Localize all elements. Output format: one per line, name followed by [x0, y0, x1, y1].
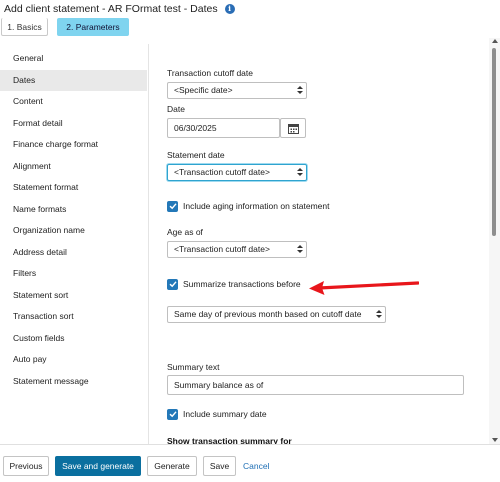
summarize-option-select[interactable]: Same day of previous month based on cuto…	[167, 306, 386, 323]
scroll-down-icon[interactable]	[492, 438, 498, 442]
include-summary-date-label: Include summary date	[183, 409, 267, 419]
step-parameters[interactable]: 2. Parameters	[57, 18, 129, 36]
nav-item-statement-format[interactable]: Statement format	[0, 177, 147, 199]
dialog-title: Add client statement - AR FOrmat test - …	[4, 3, 218, 15]
include-aging-row[interactable]: Include aging information on statement	[167, 200, 329, 212]
include-summary-date-row[interactable]: Include summary date	[167, 408, 267, 420]
nav-item-format-detail[interactable]: Format detail	[0, 113, 147, 135]
summarize-option-value: Same day of previous month based on cuto…	[174, 309, 362, 319]
select-caret-icon	[297, 244, 303, 255]
checkmark-icon	[169, 411, 177, 418]
summary-text-label: Summary text	[167, 362, 220, 372]
show-summary-heading: Show transaction summary for	[167, 436, 292, 444]
parameters-nav: General Dates Content Format detail Fina…	[0, 48, 147, 392]
checkmark-icon	[169, 281, 177, 288]
nav-item-dates[interactable]: Dates	[0, 69, 147, 91]
include-aging-checkbox[interactable]	[167, 200, 178, 212]
dates-form: Transaction cutoff date <Specific date> …	[149, 44, 489, 444]
nav-item-custom-fields[interactable]: Custom fields	[0, 328, 147, 350]
summarize-label: Summarize transactions before	[183, 279, 301, 289]
previous-button[interactable]: Previous	[3, 456, 49, 476]
summary-text-input[interactable]: Summary balance as of	[167, 375, 464, 395]
nav-item-filters[interactable]: Filters	[0, 263, 147, 285]
transaction-cutoff-label: Transaction cutoff date	[167, 68, 253, 78]
select-caret-icon	[297, 167, 303, 178]
nav-item-auto-pay[interactable]: Auto pay	[0, 349, 147, 371]
age-as-of-label: Age as of	[167, 227, 203, 237]
vertical-scrollbar[interactable]	[489, 38, 500, 444]
nav-item-organization-name[interactable]: Organization name	[0, 220, 147, 242]
nav-item-content[interactable]: Content	[0, 91, 147, 113]
statement-date-label: Statement date	[167, 150, 225, 160]
summarize-row[interactable]: Summarize transactions before	[167, 278, 301, 290]
nav-item-general[interactable]: General	[0, 48, 147, 70]
statement-date-select[interactable]: <Transaction cutoff date>	[167, 164, 307, 181]
date-label: Date	[167, 104, 185, 114]
summarize-checkbox[interactable]	[167, 278, 178, 290]
scroll-up-icon[interactable]	[492, 39, 498, 43]
select-caret-icon	[376, 309, 382, 320]
transaction-cutoff-value: <Specific date>	[174, 85, 233, 95]
calendar-icon	[287, 123, 299, 134]
generate-button[interactable]: Generate	[147, 456, 197, 476]
scroll-thumb[interactable]	[492, 48, 496, 236]
dialog-title-bar: Add client statement - AR FOrmat test - …	[0, 0, 500, 18]
save-button[interactable]: Save	[203, 456, 236, 476]
save-and-generate-button[interactable]: Save and generate	[55, 456, 141, 476]
statement-date-value: <Transaction cutoff date>	[174, 167, 270, 177]
red-arrow-annotation	[309, 281, 419, 295]
cancel-link[interactable]: Cancel	[243, 456, 269, 476]
include-summary-date-checkbox[interactable]	[167, 408, 178, 420]
nav-item-finance-charge-format[interactable]: Finance charge format	[0, 134, 147, 156]
age-as-of-value: <Transaction cutoff date>	[174, 244, 270, 254]
info-icon[interactable]: i	[224, 4, 235, 14]
step-basics[interactable]: 1. Basics	[1, 18, 48, 36]
checkmark-icon	[169, 203, 177, 210]
nav-item-statement-sort[interactable]: Statement sort	[0, 285, 147, 307]
dialog-footer: Previous Save and generate Generate Save…	[0, 444, 500, 482]
nav-item-statement-message[interactable]: Statement message	[0, 371, 147, 393]
nav-item-name-formats[interactable]: Name formats	[0, 199, 147, 221]
nav-item-alignment[interactable]: Alignment	[0, 156, 147, 178]
select-caret-icon	[297, 85, 303, 96]
nav-item-address-detail[interactable]: Address detail	[0, 242, 147, 264]
date-input[interactable]: 06/30/2025	[167, 118, 280, 138]
nav-item-transaction-sort[interactable]: Transaction sort	[0, 306, 147, 328]
calendar-button[interactable]	[280, 118, 306, 138]
age-as-of-select[interactable]: <Transaction cutoff date>	[167, 241, 307, 258]
wizard-steps: 1. Basics 2. Parameters	[0, 18, 500, 38]
transaction-cutoff-select[interactable]: <Specific date>	[167, 82, 307, 99]
include-aging-label: Include aging information on statement	[183, 201, 330, 211]
